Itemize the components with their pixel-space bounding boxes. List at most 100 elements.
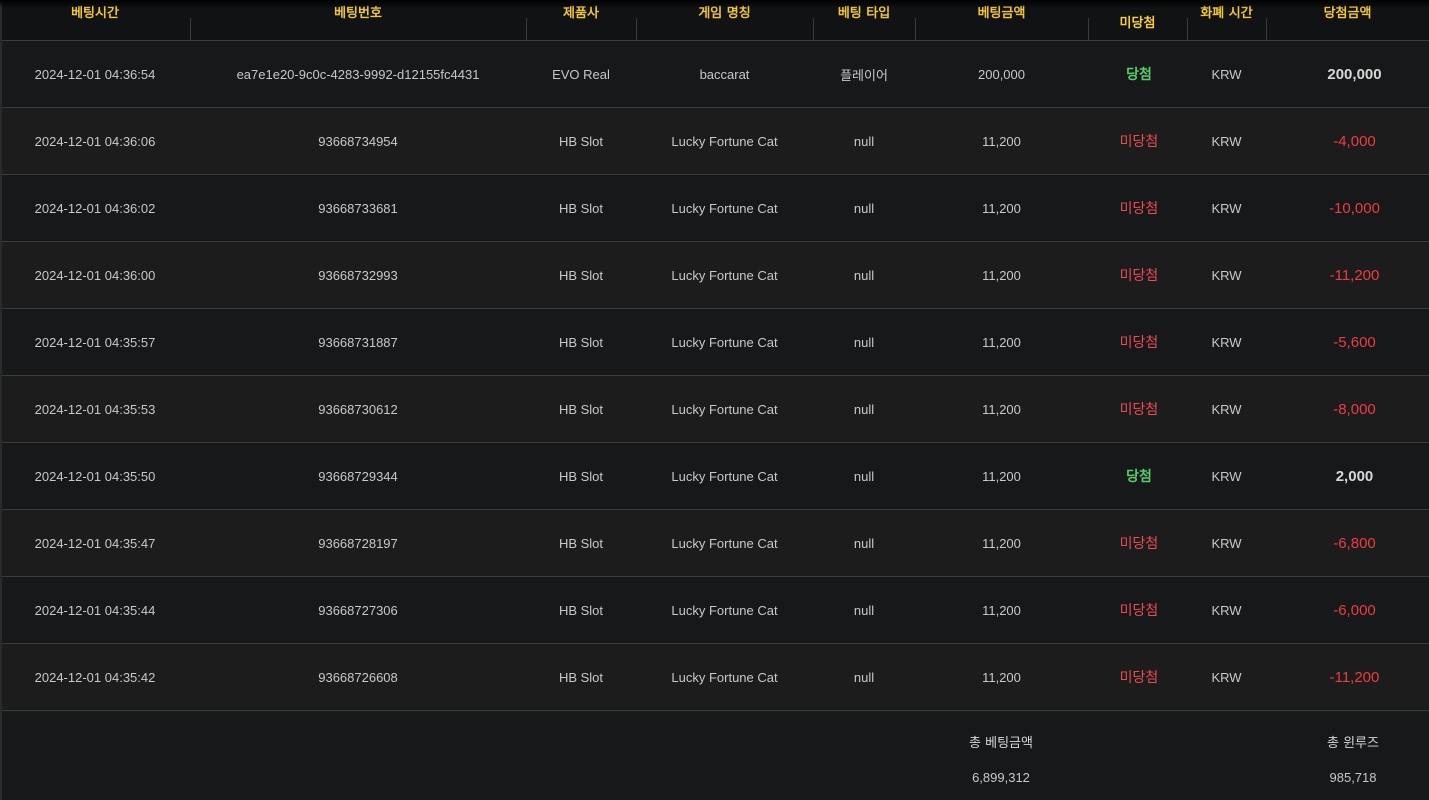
cell-provider: HB Slot [526, 577, 636, 643]
table-row[interactable]: 2024-12-01 04:35:53 93668730612 HB Slot Luc… [0, 376, 1429, 443]
cell-currency-text: KRW [1211, 669, 1242, 685]
cell-currency: KRW [1187, 510, 1266, 576]
cell-bet-time-text: 2024-12-01 04:35:50 [34, 468, 156, 484]
table-row[interactable]: 2024-12-01 04:36:02 93668733681 HB Slot Luc… [0, 175, 1429, 242]
header-divider [1266, 18, 1267, 40]
cell-provider: HB Slot [526, 108, 636, 174]
cell-bet-amount: 200,000 [915, 41, 1088, 107]
cell-bet-time: 2024-12-01 04:35:50 [0, 443, 190, 509]
cell-win-amount: -8,000 [1266, 376, 1429, 442]
cell-bet-type: null [813, 644, 915, 710]
table-row[interactable]: 2024-12-01 04:35:57 93668731887 HB Slot Luc… [0, 309, 1429, 376]
cell-currency: KRW [1187, 376, 1266, 442]
cell-provider-text: HB Slot [558, 669, 604, 685]
cell-game-name-text: Lucky Fortune Cat [671, 468, 778, 484]
cell-result: 미당첨 [1088, 644, 1190, 710]
table-row[interactable]: 2024-12-01 04:36:00 93668732993 HB Slot Luc… [0, 242, 1429, 309]
cell-bet-time: 2024-12-01 04:36:00 [0, 242, 190, 308]
cell-bet-time-text: 2024-12-01 04:36:00 [34, 267, 156, 283]
header-divider [813, 18, 814, 40]
table-row[interactable]: 2024-12-01 04:35:47 93668728197 HB Slot Luc… [0, 510, 1429, 577]
cell-provider: HB Slot [526, 175, 636, 241]
table-row[interactable]: 2024-12-01 04:36:54 ea7e1e20-9c0c-4283-99… [0, 41, 1429, 108]
cell-bet-amount-text: 11,200 [982, 200, 1021, 216]
cell-bet-type-text: null [853, 535, 875, 551]
cell-bet-amount-text: 11,200 [982, 669, 1021, 685]
cell-game-name: Lucky Fortune Cat [636, 376, 813, 442]
bet-history-page: 베팅시간 베팅번호 제품사 게임 명칭 베팅 타입 베팅금액 미당첨 화폐 시간… [0, 0, 1429, 800]
cell-currency: KRW [1187, 108, 1266, 174]
cell-bet-time: 2024-12-01 04:35:53 [0, 376, 190, 442]
cell-provider-text: HB Slot [558, 200, 604, 216]
cell-result: 미당첨 [1088, 510, 1190, 576]
left-border [0, 0, 2, 800]
cell-bet-amount: 11,200 [915, 443, 1088, 509]
cell-bet-id: 93668730612 [190, 376, 526, 442]
cell-bet-type-text: null [853, 334, 875, 350]
cell-bet-amount-text: 11,200 [982, 602, 1021, 618]
cell-win-amount-text: 200,000 [1327, 65, 1382, 83]
cell-bet-id-text: 93668732993 [318, 267, 398, 283]
cell-provider: HB Slot [526, 443, 636, 509]
cell-bet-id-text: 93668731887 [318, 334, 398, 350]
cell-bet-amount-text: 11,200 [982, 267, 1021, 283]
cell-bet-time-text: 2024-12-01 04:35:57 [34, 334, 156, 350]
cell-bet-time-text: 2024-12-01 04:36:06 [34, 133, 156, 149]
table-row[interactable]: 2024-12-01 04:36:06 93668734954 HB Slot Luc… [0, 108, 1429, 175]
cell-result-text: 미당첨 [1119, 603, 1159, 619]
cell-bet-type: null [813, 108, 915, 174]
cell-result: 당첨 [1088, 443, 1190, 509]
cell-provider-text: EVO Real [552, 66, 610, 82]
cell-result-text: 당첨 [1126, 469, 1152, 485]
cell-currency-text: KRW [1211, 200, 1242, 216]
cell-provider-text: HB Slot [558, 535, 604, 551]
cell-game-name-text: Lucky Fortune Cat [671, 334, 778, 350]
cell-currency: KRW [1187, 577, 1266, 643]
cell-result: 미당첨 [1088, 577, 1190, 643]
cell-currency-text: KRW [1211, 602, 1242, 618]
cell-currency-text: KRW [1211, 535, 1242, 551]
cell-bet-type-text: null [853, 267, 875, 283]
cell-bet-amount: 11,200 [915, 577, 1088, 643]
cell-bet-type: null [813, 443, 915, 509]
summary-footer: 총 베팅금액 6,899,312 총 윈루즈 985,718 [0, 712, 1429, 800]
cell-bet-id: 93668726608 [190, 644, 526, 710]
table-body: 2024-12-01 04:36:54 ea7e1e20-9c0c-4283-99… [0, 41, 1429, 711]
cell-provider: HB Slot [526, 309, 636, 375]
cell-currency: KRW [1187, 175, 1266, 241]
cell-win-amount-text: -11,200 [1329, 668, 1380, 686]
cell-bet-amount: 11,200 [915, 376, 1088, 442]
cell-bet-amount: 11,200 [915, 510, 1088, 576]
cell-provider: HB Slot [526, 644, 636, 710]
cell-win-amount-text: -8,000 [1333, 400, 1376, 418]
cell-bet-time: 2024-12-01 04:35:47 [0, 510, 190, 576]
cell-game-name-text: Lucky Fortune Cat [671, 267, 778, 283]
header-divider [1088, 18, 1089, 40]
total-winloss-value: 985,718 [1329, 770, 1377, 785]
cell-game-name: Lucky Fortune Cat [636, 443, 813, 509]
cell-provider-text: HB Slot [558, 133, 604, 149]
cell-game-name-text: Lucky Fortune Cat [671, 200, 778, 216]
cell-game-name: Lucky Fortune Cat [636, 577, 813, 643]
cell-provider-text: HB Slot [558, 267, 604, 283]
cell-bet-amount: 11,200 [915, 242, 1088, 308]
header-result-label: 미당첨 [1119, 16, 1156, 31]
cell-result: 미당첨 [1088, 376, 1190, 442]
cell-win-amount-text: -10,000 [1329, 199, 1380, 217]
cell-bet-type-text: null [853, 669, 875, 685]
cell-provider-text: HB Slot [558, 468, 604, 484]
cell-bet-time: 2024-12-01 04:35:42 [0, 644, 190, 710]
cell-result: 미당첨 [1088, 175, 1190, 241]
table-row[interactable]: 2024-12-01 04:35:44 93668727306 HB Slot Luc… [0, 577, 1429, 644]
cell-provider: HB Slot [526, 242, 636, 308]
table-row[interactable]: 2024-12-01 04:35:42 93668726608 HB Slot Luc… [0, 644, 1429, 711]
cell-game-name: baccarat [636, 41, 813, 107]
table-row[interactable]: 2024-12-01 04:35:50 93668729344 HB Slot Luc… [0, 443, 1429, 510]
total-bet-label: 총 베팅금액 [969, 736, 1033, 751]
cell-game-name: Lucky Fortune Cat [636, 175, 813, 241]
cell-bet-id-text: 93668734954 [318, 133, 398, 149]
cell-bet-id: 93668734954 [190, 108, 526, 174]
cell-bet-id-text: 93668728197 [318, 535, 398, 551]
cell-currency: KRW [1187, 309, 1266, 375]
cell-game-name-text: Lucky Fortune Cat [671, 401, 778, 417]
